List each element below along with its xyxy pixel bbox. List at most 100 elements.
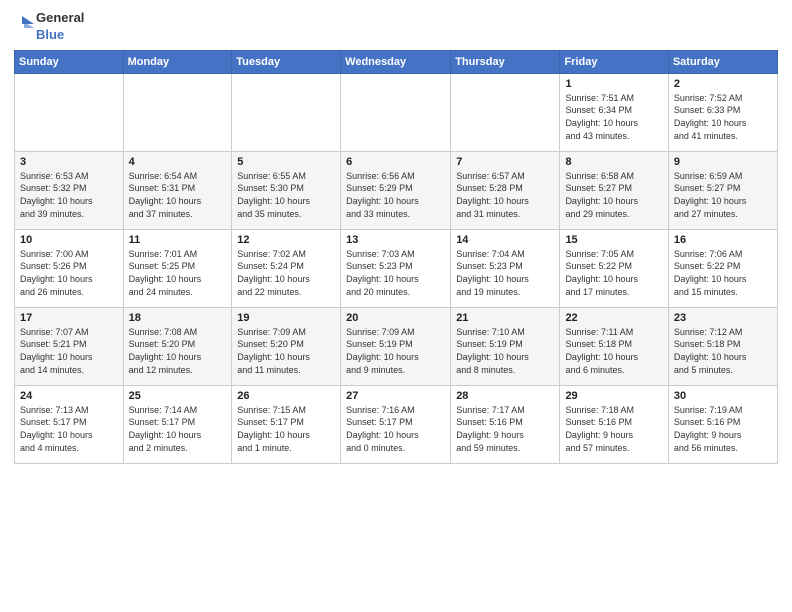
calendar-cell	[341, 73, 451, 151]
day-number: 25	[129, 390, 227, 402]
calendar-cell	[15, 73, 124, 151]
day-info: Sunrise: 7:04 AM Sunset: 5:23 PM Dayligh…	[456, 248, 554, 298]
logo: General Blue	[14, 10, 84, 44]
day-info: Sunrise: 7:10 AM Sunset: 5:19 PM Dayligh…	[456, 326, 554, 376]
day-number: 11	[129, 234, 227, 246]
day-number: 6	[346, 156, 445, 168]
day-info: Sunrise: 6:57 AM Sunset: 5:28 PM Dayligh…	[456, 170, 554, 220]
logo-bird-icon	[14, 12, 34, 42]
calendar-cell: 23 Sunrise: 7:12 AM Sunset: 5:18 PM Dayli…	[668, 307, 777, 385]
calendar-cell: 22 Sunrise: 7:11 AM Sunset: 5:18 PM Dayli…	[560, 307, 668, 385]
calendar-cell: 17 Sunrise: 7:07 AM Sunset: 5:21 PM Dayli…	[15, 307, 124, 385]
day-number: 3	[20, 156, 118, 168]
week-row-3: 10Sunrise: 7:00 AM Sunset: 5:26 PM Dayli…	[15, 229, 778, 307]
calendar-cell: 9Sunrise: 6:59 AM Sunset: 5:27 PM Daylig…	[668, 151, 777, 229]
day-info: Sunrise: 7:13 AM Sunset: 5:17 PM Dayligh…	[20, 404, 118, 454]
day-number: 5	[237, 156, 335, 168]
day-number: 26	[237, 390, 335, 402]
logo-text-general: General	[36, 10, 84, 27]
calendar-cell: 3 Sunrise: 6:53 AM Sunset: 5:32 PM Daylig…	[15, 151, 124, 229]
day-number: 12	[237, 234, 335, 246]
day-number: 21	[456, 312, 554, 324]
day-number: 30	[674, 390, 772, 402]
calendar-cell: 15 Sunrise: 7:05 AM Sunset: 5:22 PM Dayli…	[560, 229, 668, 307]
calendar-cell: 11 Sunrise: 7:01 AM Sunset: 5:25 PM Dayli…	[123, 229, 232, 307]
week-row-5: 24 Sunrise: 7:13 AM Sunset: 5:17 PM Dayli…	[15, 385, 778, 463]
calendar-cell: 21 Sunrise: 7:10 AM Sunset: 5:19 PM Dayli…	[451, 307, 560, 385]
weekday-header-row: SundayMondayTuesdayWednesdayThursdayFrid…	[15, 50, 778, 73]
calendar-cell	[123, 73, 232, 151]
calendar-cell: 13Sunrise: 7:03 AM Sunset: 5:23 PM Dayli…	[341, 229, 451, 307]
day-info: Sunrise: 7:07 AM Sunset: 5:21 PM Dayligh…	[20, 326, 118, 376]
calendar-cell: 1 Sunrise: 7:51 AM Sunset: 6:34 PM Daylig…	[560, 73, 668, 151]
day-number: 27	[346, 390, 445, 402]
day-info: Sunrise: 6:59 AM Sunset: 5:27 PM Dayligh…	[674, 170, 772, 220]
day-number: 15	[565, 234, 662, 246]
day-info: Sunrise: 7:18 AM Sunset: 5:16 PM Dayligh…	[565, 404, 662, 454]
calendar-cell: 25 Sunrise: 7:14 AM Sunset: 5:17 PM Dayli…	[123, 385, 232, 463]
calendar-cell: 2 Sunrise: 7:52 AM Sunset: 6:33 PM Daylig…	[668, 73, 777, 151]
calendar-cell: 14 Sunrise: 7:04 AM Sunset: 5:23 PM Dayli…	[451, 229, 560, 307]
calendar-cell: 4 Sunrise: 6:54 AM Sunset: 5:31 PM Daylig…	[123, 151, 232, 229]
day-number: 20	[346, 312, 445, 324]
weekday-header-saturday: Saturday	[668, 50, 777, 73]
calendar-cell: 24 Sunrise: 7:13 AM Sunset: 5:17 PM Dayli…	[15, 385, 124, 463]
day-number: 23	[674, 312, 772, 324]
day-number: 4	[129, 156, 227, 168]
day-number: 1	[565, 78, 662, 90]
day-number: 7	[456, 156, 554, 168]
day-info: Sunrise: 7:01 AM Sunset: 5:25 PM Dayligh…	[129, 248, 227, 298]
day-info: Sunrise: 7:03 AM Sunset: 5:23 PM Dayligh…	[346, 248, 445, 298]
calendar-cell: 10Sunrise: 7:00 AM Sunset: 5:26 PM Dayli…	[15, 229, 124, 307]
day-number: 2	[674, 78, 772, 90]
day-info: Sunrise: 7:05 AM Sunset: 5:22 PM Dayligh…	[565, 248, 662, 298]
day-number: 28	[456, 390, 554, 402]
calendar-cell: 7 Sunrise: 6:57 AM Sunset: 5:28 PM Daylig…	[451, 151, 560, 229]
calendar-cell: 16 Sunrise: 7:06 AM Sunset: 5:22 PM Dayli…	[668, 229, 777, 307]
day-info: Sunrise: 7:17 AM Sunset: 5:16 PM Dayligh…	[456, 404, 554, 454]
weekday-header-friday: Friday	[560, 50, 668, 73]
calendar-cell: 20Sunrise: 7:09 AM Sunset: 5:19 PM Dayli…	[341, 307, 451, 385]
weekday-header-thursday: Thursday	[451, 50, 560, 73]
day-number: 17	[20, 312, 118, 324]
day-info: Sunrise: 7:14 AM Sunset: 5:17 PM Dayligh…	[129, 404, 227, 454]
day-number: 14	[456, 234, 554, 246]
weekday-header-monday: Monday	[123, 50, 232, 73]
calendar-cell: 26Sunrise: 7:15 AM Sunset: 5:17 PM Dayli…	[232, 385, 341, 463]
day-number: 19	[237, 312, 335, 324]
day-number: 10	[20, 234, 118, 246]
calendar-cell: 29 Sunrise: 7:18 AM Sunset: 5:16 PM Dayli…	[560, 385, 668, 463]
day-info: Sunrise: 7:02 AM Sunset: 5:24 PM Dayligh…	[237, 248, 335, 298]
day-info: Sunrise: 7:06 AM Sunset: 5:22 PM Dayligh…	[674, 248, 772, 298]
header: General Blue	[14, 10, 778, 44]
day-info: Sunrise: 7:09 AM Sunset: 5:20 PM Dayligh…	[237, 326, 335, 376]
day-info: Sunrise: 6:53 AM Sunset: 5:32 PM Dayligh…	[20, 170, 118, 220]
day-info: Sunrise: 6:58 AM Sunset: 5:27 PM Dayligh…	[565, 170, 662, 220]
week-row-1: 1 Sunrise: 7:51 AM Sunset: 6:34 PM Daylig…	[15, 73, 778, 151]
calendar-cell: 8Sunrise: 6:58 AM Sunset: 5:27 PM Daylig…	[560, 151, 668, 229]
day-number: 24	[20, 390, 118, 402]
logo-text-blue: Blue	[36, 27, 84, 44]
calendar-cell: 5 Sunrise: 6:55 AM Sunset: 5:30 PM Daylig…	[232, 151, 341, 229]
day-info: Sunrise: 6:54 AM Sunset: 5:31 PM Dayligh…	[129, 170, 227, 220]
calendar-cell: 12 Sunrise: 7:02 AM Sunset: 5:24 PM Dayli…	[232, 229, 341, 307]
day-info: Sunrise: 6:55 AM Sunset: 5:30 PM Dayligh…	[237, 170, 335, 220]
day-info: Sunrise: 7:11 AM Sunset: 5:18 PM Dayligh…	[565, 326, 662, 376]
calendar-table: SundayMondayTuesdayWednesdayThursdayFrid…	[14, 50, 778, 464]
calendar-cell	[451, 73, 560, 151]
day-info: Sunrise: 7:08 AM Sunset: 5:20 PM Dayligh…	[129, 326, 227, 376]
day-info: Sunrise: 7:16 AM Sunset: 5:17 PM Dayligh…	[346, 404, 445, 454]
day-number: 29	[565, 390, 662, 402]
day-info: Sunrise: 7:51 AM Sunset: 6:34 PM Dayligh…	[565, 92, 662, 142]
calendar-cell: 18 Sunrise: 7:08 AM Sunset: 5:20 PM Dayli…	[123, 307, 232, 385]
day-info: Sunrise: 7:12 AM Sunset: 5:18 PM Dayligh…	[674, 326, 772, 376]
calendar-cell: 6 Sunrise: 6:56 AM Sunset: 5:29 PM Daylig…	[341, 151, 451, 229]
day-info: Sunrise: 6:56 AM Sunset: 5:29 PM Dayligh…	[346, 170, 445, 220]
day-number: 18	[129, 312, 227, 324]
calendar-cell: 30 Sunrise: 7:19 AM Sunset: 5:16 PM Dayli…	[668, 385, 777, 463]
week-row-2: 3 Sunrise: 6:53 AM Sunset: 5:32 PM Daylig…	[15, 151, 778, 229]
day-number: 16	[674, 234, 772, 246]
day-info: Sunrise: 7:19 AM Sunset: 5:16 PM Dayligh…	[674, 404, 772, 454]
day-number: 22	[565, 312, 662, 324]
day-info: Sunrise: 7:52 AM Sunset: 6:33 PM Dayligh…	[674, 92, 772, 142]
